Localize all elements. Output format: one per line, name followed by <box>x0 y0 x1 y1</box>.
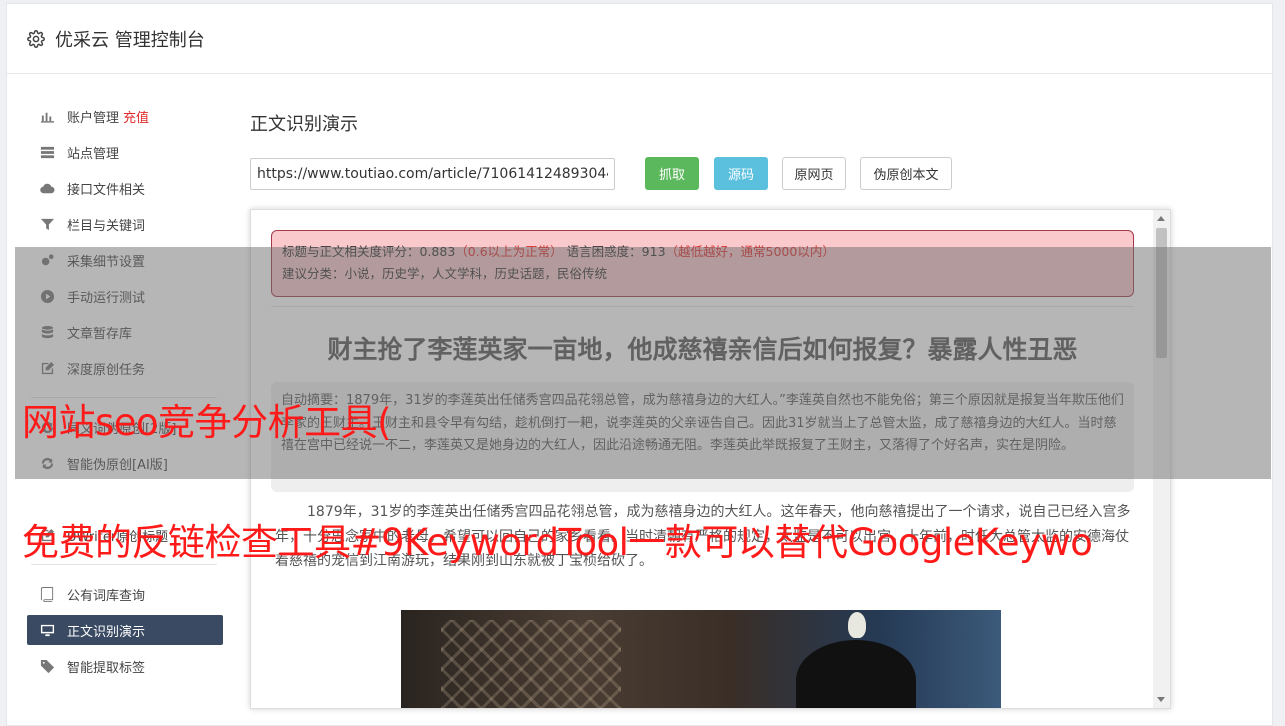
fetch-button[interactable]: 抓取 <box>645 157 699 190</box>
sidebar-item-label: 栏目与关键词 <box>67 218 146 234</box>
sidebar-item-label: 站点管理 <box>67 146 120 162</box>
sidebar-item-label: 公有词库查询 <box>67 588 146 604</box>
sidebar-item-columns-keywords[interactable]: 栏目与关键词 <box>7 206 237 242</box>
source-button[interactable]: 源码 <box>714 157 768 190</box>
filter-icon <box>39 216 55 232</box>
desktop-icon <box>39 622 55 638</box>
server-icon <box>39 144 55 160</box>
sidebar-item-account[interactable]: 账户管理 充值 <box>7 98 237 134</box>
sidebar-item-text-recognition[interactable]: 正文识别演示 <box>27 615 223 645</box>
sidebar-item-sites[interactable]: 站点管理 <box>7 134 237 170</box>
image-hat <box>796 640 916 708</box>
recharge-link[interactable]: 充值 <box>123 107 149 126</box>
url-input[interactable] <box>250 158 615 190</box>
sidebar-item-label: 账户管理 <box>67 110 120 126</box>
tag-icon <box>39 658 55 674</box>
app-title: 优采云 管理控制台 <box>55 29 205 51</box>
sidebar-item-interface-files[interactable]: 接口文件相关 <box>7 170 237 206</box>
image-hat-knob <box>848 612 866 638</box>
original-page-button[interactable]: 原网页 <box>782 157 846 190</box>
rewrite-article-button[interactable]: 伪原创本文 <box>860 157 952 190</box>
sidebar-item-label: 智能提取标签 <box>67 660 146 676</box>
book-icon <box>39 586 55 602</box>
article-image <box>401 610 1001 708</box>
sidebar-item-label: 接口文件相关 <box>67 182 146 198</box>
sidebar-item-label: 正文识别演示 <box>67 624 146 640</box>
overlay-ad-text-2[interactable]: 免费的反链检查工具#9KeywordTool一款可以替代GoogleKeywo <box>22 512 1093 566</box>
page-title: 正文识别演示 <box>250 114 358 135</box>
chart-bar-icon <box>39 108 55 124</box>
cloud-download-icon <box>39 180 55 196</box>
image-lattice <box>441 620 621 708</box>
scroll-up-icon[interactable] <box>1157 216 1165 221</box>
top-bar: 优采云 管理控制台 <box>7 4 1272 74</box>
scroll-down-icon[interactable] <box>1157 697 1165 702</box>
gear-icon <box>27 29 45 48</box>
sidebar-item-extract-tags[interactable]: 智能提取标签 <box>7 648 237 684</box>
sidebar-item-public-lexicon[interactable]: 公有词库查询 <box>7 576 237 612</box>
overlay-ad-text-1[interactable]: 网站seo竞争分析工具( <box>22 392 392 446</box>
